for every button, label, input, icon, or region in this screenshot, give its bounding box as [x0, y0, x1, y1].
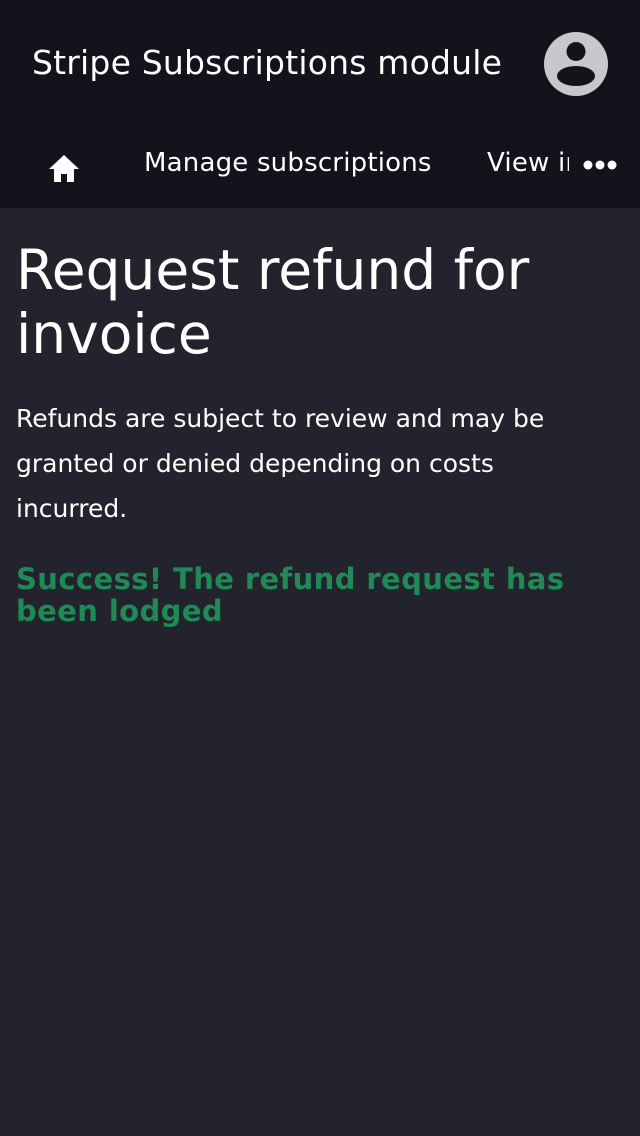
nav-bar: Manage subscriptions View invoices: [0, 128, 640, 208]
app-title: Stripe Subscriptions module: [32, 43, 503, 82]
app-header: Stripe Subscriptions module: [0, 0, 640, 128]
nav-item-view-invoices-container: View invoices: [487, 146, 569, 182]
user-account-icon[interactable]: [544, 32, 608, 96]
success-message: Success! The refund request has been lod…: [16, 562, 565, 628]
nav-item-manage-subscriptions[interactable]: Manage subscriptions: [144, 146, 432, 180]
refund-description: Refunds are subject to review and may be…: [16, 404, 545, 523]
more-horizontal-icon[interactable]: [578, 152, 622, 182]
nav-item-view-invoices[interactable]: View invoices: [487, 146, 569, 180]
home-icon[interactable]: [46, 150, 82, 186]
page-title: Request refund for invoice: [16, 238, 530, 366]
